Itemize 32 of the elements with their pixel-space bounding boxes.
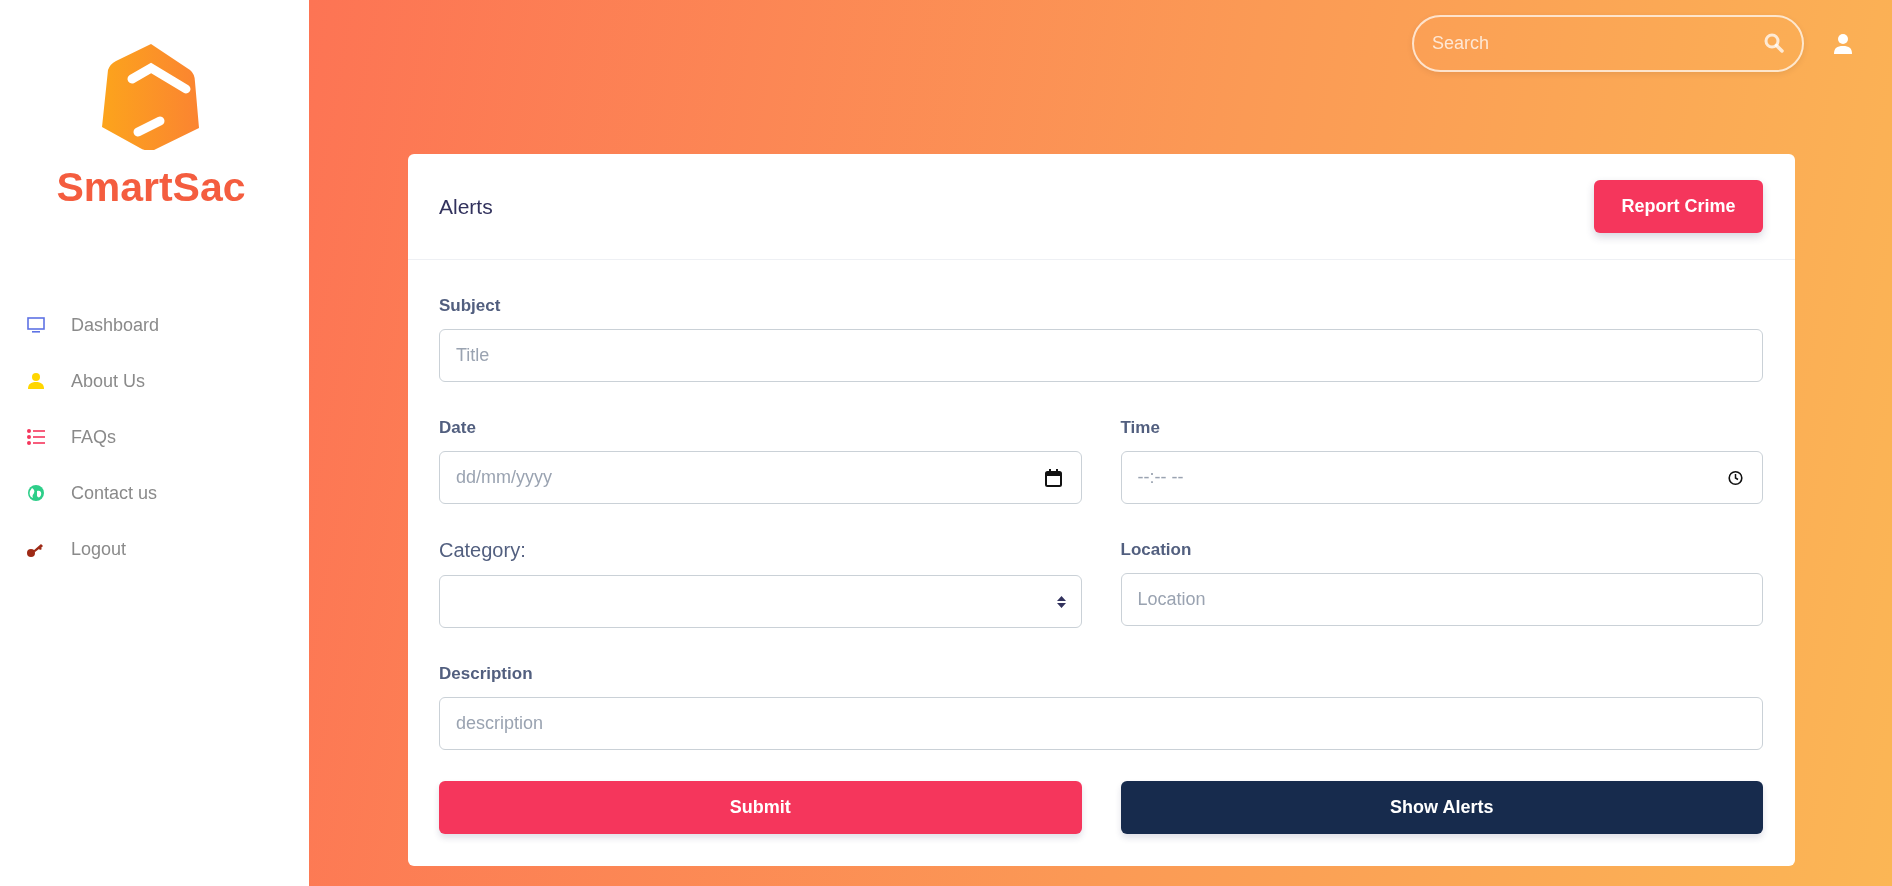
field-label: Location	[1120, 539, 1193, 561]
time-field[interactable]: --:-- --	[1120, 451, 1763, 504]
logo-icon	[102, 44, 200, 150]
globe-icon	[27, 484, 45, 502]
user-icon	[27, 372, 45, 390]
text-field[interactable]: Title	[439, 329, 1763, 382]
show-alerts-button[interactable]: Show Alerts	[1120, 781, 1763, 834]
brand-name: SmartSac	[56, 164, 246, 211]
nav-link[interactable]: About Us	[0, 353, 309, 409]
field-label: Subject	[439, 295, 502, 317]
clock-icon[interactable]	[1728, 470, 1743, 485]
text-field[interactable]: description	[439, 697, 1763, 750]
monitor-icon	[27, 317, 45, 333]
card-title: Alerts	[439, 194, 493, 219]
date-field[interactable]: dd/mm/yyyy	[439, 451, 1082, 504]
report-crime-button[interactable]: Report Crime	[1594, 180, 1763, 233]
nav-link[interactable]: Dashboard	[0, 297, 309, 353]
text-field[interactable]: Location	[1120, 573, 1763, 626]
nav-link[interactable]: Logout	[0, 521, 309, 577]
field-label: Time	[1120, 417, 1161, 439]
search-field[interactable]: Search	[1412, 15, 1804, 72]
search-icon	[1764, 33, 1784, 53]
field-label: Date	[439, 417, 477, 439]
list-icon	[27, 429, 45, 445]
nav-link[interactable]: Contact us	[0, 465, 309, 521]
key-icon	[27, 541, 45, 557]
submit-button[interactable]: Submit	[439, 781, 1082, 834]
sort-caret-icon	[1056, 595, 1066, 608]
nav-link[interactable]: FAQs	[0, 409, 309, 465]
field-label: Description	[439, 663, 534, 685]
calendar-icon[interactable]	[1044, 468, 1062, 487]
field-label: Category:	[439, 539, 527, 561]
